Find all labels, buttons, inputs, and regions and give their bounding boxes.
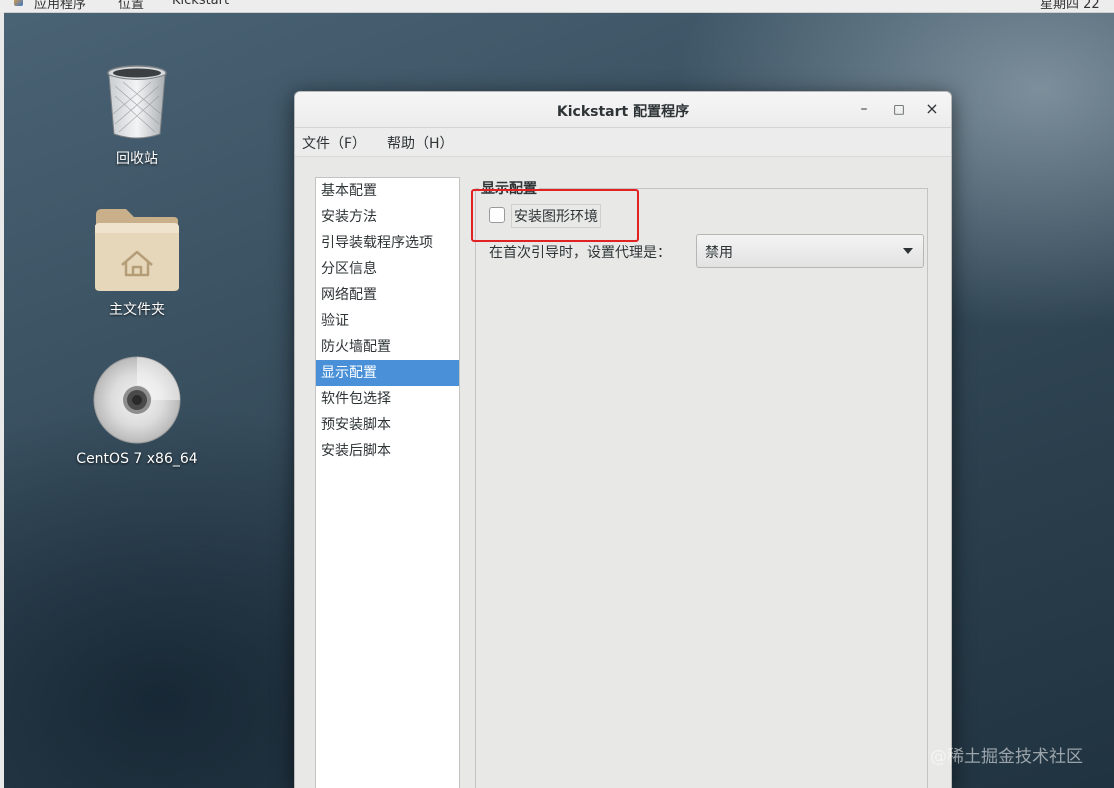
nav-item-pre-script[interactable]: 预安装脚本: [316, 412, 459, 438]
title-bar[interactable]: Kickstart 配置程序 – □ ×: [295, 92, 951, 128]
minimize-button[interactable]: –: [855, 100, 873, 118]
menu-bar: 文件（F） 帮助（H）: [295, 128, 951, 157]
desktop-icon-home[interactable]: 主文件夹: [87, 207, 187, 322]
desktop-label-dvd: CentOS 7 x86_64: [76, 451, 198, 467]
first-boot-agent-label: 在首次引导时，设置代理是：: [489, 245, 671, 261]
active-app-menu[interactable]: Kickstart: [172, 0, 229, 8]
optical-disc-icon: [93, 356, 181, 444]
clock[interactable]: 星期四 22: [1040, 0, 1100, 12]
desktop-label-home: 主文件夹: [109, 302, 165, 318]
left-edge: [0, 12, 4, 788]
desktop-icon-dvd[interactable]: CentOS 7 x86_64: [75, 355, 199, 470]
home-folder-icon: [95, 209, 179, 291]
watermark: @稀土掘金技术社区: [930, 747, 1083, 767]
first-boot-agent-dropdown[interactable]: 禁用: [696, 234, 924, 268]
applications-icon: [14, 0, 23, 6]
display-config-frame: [475, 188, 928, 788]
nav-item-auth[interactable]: 验证: [316, 308, 459, 334]
nav-item-display[interactable]: 显示配置: [316, 360, 459, 386]
annotation-highlight-box: [471, 189, 639, 242]
top-panel: 应用程序 位置 Kickstart 星期四 22: [0, 0, 1114, 13]
nav-item-packages[interactable]: 软件包选择: [316, 386, 459, 412]
maximize-button[interactable]: □: [890, 100, 908, 118]
nav-item-basic[interactable]: 基本配置: [316, 178, 459, 204]
nav-item-install-method[interactable]: 安装方法: [316, 204, 459, 230]
nav-item-post-script[interactable]: 安装后脚本: [316, 438, 459, 464]
desktop-icon-trash[interactable]: 回收站: [87, 64, 187, 174]
menu-file[interactable]: 文件（F）: [302, 133, 366, 153]
close-button[interactable]: ×: [923, 100, 941, 118]
window-title: Kickstart 配置程序: [556, 104, 690, 120]
dropdown-arrow-icon: [903, 248, 913, 254]
nav-item-firewall[interactable]: 防火墙配置: [316, 334, 459, 360]
dropdown-value: 禁用: [705, 245, 733, 261]
nav-item-bootloader[interactable]: 引导装载程序选项: [316, 230, 459, 256]
desktop-label-trash: 回收站: [116, 151, 158, 167]
nav-item-partition[interactable]: 分区信息: [316, 256, 459, 282]
nav-item-network[interactable]: 网络配置: [316, 282, 459, 308]
trash-icon: [107, 65, 167, 139]
menu-help[interactable]: 帮助（H）: [387, 133, 454, 153]
applications-menu[interactable]: 应用程序: [34, 0, 86, 12]
places-menu[interactable]: 位置: [118, 0, 144, 12]
category-list: 基本配置 安装方法 引导装载程序选项 分区信息 网络配置 验证 防火墙配置 显示…: [315, 177, 460, 788]
